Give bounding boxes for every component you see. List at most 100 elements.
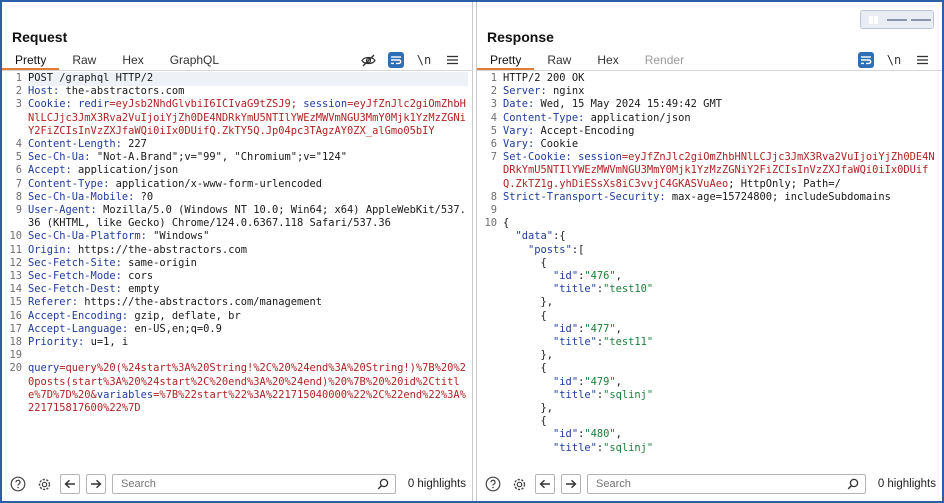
code-token: application/x-www-form-urlencoded	[109, 177, 323, 190]
code-line: 12 Sec-Fetch-Site: same-origin	[6, 257, 468, 270]
help-icon[interactable]	[8, 474, 28, 494]
line-number	[481, 349, 503, 362]
code-line: 8 Sec-Ch-Ua-Mobile: ?0	[6, 191, 468, 204]
code-token: ,	[615, 428, 622, 441]
line-content: "id":"479",	[503, 376, 938, 389]
response-tab-render[interactable]: Render	[632, 52, 697, 70]
code-token: Cookie:	[28, 98, 72, 111]
code-token: ,	[615, 322, 622, 335]
code-line: 7 Set-Cookie: session=eyJfZnJlc2giOmZhbHN…	[481, 151, 938, 191]
code-token: Sec-Ch-Ua:	[28, 151, 91, 164]
response-editor[interactable]: 1 HTTP/2 200 OK 2 Server: nginx 3 Date: Wed, …	[481, 72, 938, 472]
response-highlights-count: 0 highlights	[877, 478, 936, 490]
line-content: Set-Cookie: session=eyJfZnJlc2giOmZhbHNl…	[503, 151, 938, 191]
line-content: {	[503, 217, 938, 230]
line-number	[481, 415, 503, 428]
newline-toggle[interactable]: \n	[886, 52, 902, 68]
code-line: "title":"sqlinj"	[481, 442, 938, 455]
wrap-icon[interactable]	[858, 52, 874, 68]
code-token: max-age=15724800; includeSubdomains	[665, 190, 891, 203]
response-tab-hex[interactable]: Hex	[584, 52, 631, 70]
code-token: cors	[121, 270, 154, 283]
line-content: Host: the-abstractors.com	[28, 85, 468, 98]
line-number: 20	[9, 362, 22, 375]
line-content: Accept-Encoding: gzip, deflate, br	[28, 310, 468, 323]
arrow-right-icon[interactable]	[561, 474, 581, 494]
code-line: "title":"test10"	[481, 283, 938, 296]
eye-off-icon[interactable]	[360, 52, 376, 68]
code-token: ?0	[134, 190, 154, 203]
line-number: 2	[490, 85, 497, 98]
response-search-input[interactable]	[588, 475, 865, 493]
code-token: "id"	[553, 428, 579, 441]
arrow-left-icon[interactable]	[60, 474, 80, 494]
code-line: 3 Cookie: redir=eyJsb2NhdGlvbiI6ICIvaG9tZ…	[6, 98, 468, 138]
wrap-icon[interactable]	[388, 52, 404, 68]
gear-icon[interactable]	[509, 474, 529, 494]
line-number: 8	[15, 190, 22, 203]
code-token: "479"	[584, 375, 616, 388]
code-token: "480"	[584, 428, 616, 441]
code-line: 16 Accept-Encoding: gzip, deflate, br	[6, 310, 468, 323]
request-tab-pretty[interactable]: Pretty	[2, 52, 60, 70]
code-line: 9	[481, 204, 938, 217]
code-token: "id"	[553, 322, 579, 335]
search-icon[interactable]	[847, 478, 859, 493]
line-number: 10	[9, 230, 22, 243]
code-token: "test11"	[603, 336, 654, 349]
layout-tabs-button[interactable]	[909, 11, 933, 28]
code-token: Referer:	[28, 296, 79, 309]
line-number	[481, 442, 503, 455]
request-search-input[interactable]	[113, 475, 395, 493]
code-token: Date:	[503, 98, 535, 111]
line-number	[481, 230, 503, 243]
menu-icon[interactable]	[444, 52, 460, 68]
line-number	[481, 270, 503, 283]
response-tab-raw[interactable]: Raw	[534, 52, 584, 70]
code-token: Sec-Fetch-Site:	[28, 256, 122, 269]
code-token: Cookie	[534, 138, 579, 151]
request-editor[interactable]: 1 POST /graphql HTTP/2 2 Host: the-abstract…	[6, 72, 468, 472]
code-line: 15 Referer: https://the-abstractors.com/m…	[6, 296, 468, 309]
layout-side-by-side-button[interactable]	[861, 11, 885, 28]
response-tab-pretty[interactable]: Pretty	[477, 52, 535, 70]
line-number: 11	[9, 243, 22, 256]
menu-icon[interactable]	[914, 52, 930, 68]
newline-toggle[interactable]: \n	[416, 52, 432, 68]
line-number: 12	[9, 256, 22, 269]
search-icon[interactable]	[377, 478, 389, 493]
arrow-right-icon[interactable]	[86, 474, 106, 494]
line-content: },	[503, 349, 938, 362]
code-line: 10 Sec-Ch-Ua-Platform: "Windows"	[6, 230, 468, 243]
help-icon[interactable]	[483, 474, 503, 494]
line-number: 3	[490, 98, 497, 111]
code-line: {	[481, 310, 938, 323]
request-tab-graphql[interactable]: GraphQL	[157, 52, 232, 70]
arrow-left-icon[interactable]	[535, 474, 555, 494]
code-line: 9 User-Agent: Mozilla/5.0 (Windows NT 10.…	[6, 204, 468, 230]
code-line: "title":"test11"	[481, 336, 938, 349]
layout-stacked-button[interactable]	[885, 11, 909, 28]
line-content: "posts":[	[503, 244, 938, 257]
code-token: ,	[615, 375, 622, 388]
line-content: "title":"sqlinj"	[503, 442, 938, 455]
code-token: {	[503, 415, 547, 428]
request-tab-hex[interactable]: Hex	[109, 52, 156, 70]
code-token: },	[503, 402, 554, 415]
request-tab-raw[interactable]: Raw	[59, 52, 109, 70]
code-token: Content-Type:	[503, 111, 585, 124]
code-token: ; HttpOnly; Path=/	[728, 177, 841, 190]
code-token: Vary:	[503, 138, 535, 151]
code-line: 19	[6, 349, 468, 362]
code-token: User-Agent:	[28, 204, 97, 217]
code-token: ,	[615, 270, 622, 283]
code-token: },	[503, 349, 554, 362]
line-number: 5	[15, 151, 22, 164]
line-content: Sec-Fetch-Site: same-origin	[28, 257, 468, 270]
code-line: "data":{	[481, 230, 938, 243]
burp-message-editor: Request Pretty Raw Hex GraphQL \n 1 POST …	[0, 0, 944, 503]
gear-icon[interactable]	[34, 474, 54, 494]
line-content: Referer: https://the-abstractors.com/man…	[28, 296, 468, 309]
code-line: },	[481, 349, 938, 362]
